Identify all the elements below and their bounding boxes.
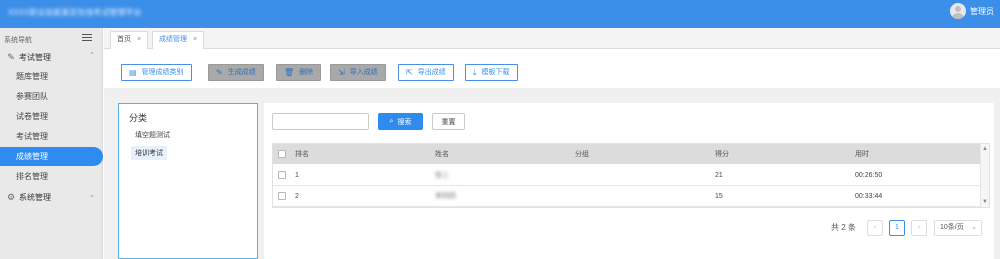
- toolbar: ▤ 管理成绩类别 ✎ 生成成绩 🗑 删除 ⇲ 导入成绩 ⇱ 导出成绩 ⤓ 模板下…: [104, 49, 1000, 89]
- cell-name: 张三: [435, 172, 449, 179]
- cell-score: 15: [715, 192, 723, 200]
- template-download-button[interactable]: ⤓ 模板下载: [465, 64, 518, 81]
- chevron-up-icon: ⌃: [89, 52, 95, 59]
- reset-button[interactable]: 重置: [432, 113, 465, 130]
- user-menu[interactable]: 管理员: [950, 3, 994, 19]
- chevron-down-icon: ⌄: [89, 192, 95, 199]
- avatar[interactable]: [950, 3, 966, 19]
- sidebar-item-papers[interactable]: 试卷管理: [0, 107, 103, 126]
- pencil-icon: ✎: [216, 67, 223, 77]
- cell-time: 00:26:50: [855, 171, 883, 179]
- app-title: XXXX职业技能鉴定在线考试管理平台: [8, 8, 142, 17]
- pagination: 共 2 条 ‹ 1 › 10条/页 ⌄: [264, 218, 990, 236]
- generate-scores-button[interactable]: ✎ 生成成绩: [208, 64, 264, 81]
- button-label: 模板下载: [481, 69, 510, 76]
- top-bar: XXXX职业技能鉴定在线考试管理平台 管理员: [0, 0, 1000, 28]
- tab-label: 成绩管理: [159, 36, 187, 43]
- button-label: 生成成绩: [227, 69, 256, 76]
- manage-category-button[interactable]: ▤ 管理成绩类别: [121, 64, 192, 81]
- scroll-down-icon[interactable]: ▼: [982, 199, 988, 205]
- right-gutter: [994, 89, 1000, 259]
- table-row[interactable]: 2 李四四 15 00:33:44: [273, 186, 981, 207]
- search-input[interactable]: [272, 113, 369, 130]
- column-header[interactable]: 排名: [295, 144, 309, 164]
- row-checkbox[interactable]: [278, 192, 286, 200]
- next-page-button[interactable]: ›: [911, 220, 927, 236]
- export-icon: ⇱: [406, 67, 413, 77]
- button-label: 导入成绩: [349, 69, 378, 76]
- search-icon: ⌕: [389, 117, 394, 125]
- menu-collapse-icon[interactable]: [82, 34, 92, 43]
- select-all-checkbox[interactable]: [278, 150, 286, 158]
- column-header[interactable]: 分组: [575, 144, 589, 164]
- page-size-value: 10条/页: [940, 224, 964, 231]
- sidebar-item-ranking[interactable]: 排名管理: [0, 167, 103, 186]
- sidebar-group-system[interactable]: ⚙ 系统管理 ⌄: [0, 188, 103, 206]
- cell-time: 00:33:44: [855, 192, 883, 200]
- import-scores-button[interactable]: ⇲ 导入成绩: [330, 64, 386, 81]
- sidebar: 系统导航 ✎ 考试管理 ⌃ 题库管理 参赛团队 试卷管理 考试管理 成绩管理 排…: [0, 28, 103, 259]
- cell-score: 21: [715, 171, 723, 179]
- gear-icon: ⚙: [6, 192, 16, 202]
- sidebar-heading: 系统导航: [4, 37, 32, 44]
- user-name[interactable]: 管理员: [970, 6, 994, 17]
- sidebar-group-label: 系统管理: [19, 192, 51, 202]
- cell-rank: 2: [295, 192, 299, 200]
- tab-label: 首页: [117, 36, 131, 43]
- category-item-selected[interactable]: 培训考试: [131, 146, 167, 160]
- delete-button[interactable]: 🗑 删除: [276, 64, 322, 81]
- column-header[interactable]: 用时: [855, 144, 869, 164]
- import-icon: ⇲: [338, 67, 345, 77]
- export-scores-button[interactable]: ⇱ 导出成绩: [398, 64, 454, 81]
- edit-icon: ✎: [7, 52, 15, 62]
- close-icon[interactable]: ×: [137, 36, 141, 43]
- cell-name: 李四四: [435, 193, 456, 200]
- table-header: 排名 姓名 分组 得分 用时: [273, 144, 981, 164]
- category-title: 分类: [129, 113, 148, 123]
- table-row[interactable]: 1 张三 21 00:26:50: [273, 165, 981, 186]
- category-panel: 分类 填空题测试 培训考试: [118, 103, 258, 259]
- download-icon: ⤓: [473, 67, 477, 77]
- page-number[interactable]: 1: [889, 220, 905, 236]
- page-size-select[interactable]: 10条/页 ⌄: [934, 220, 982, 236]
- table-scrollbar[interactable]: ▲ ▼: [980, 144, 989, 207]
- sidebar-item-exams[interactable]: 考试管理: [0, 127, 103, 146]
- close-icon[interactable]: ×: [193, 36, 197, 43]
- scores-panel: ⌕ 搜索 重置 排名 姓名 分组 得分 用时 1 张三 21 00:26:50 …: [264, 103, 994, 259]
- button-label: 导出成绩: [417, 69, 446, 76]
- cell-rank: 1: [295, 171, 299, 179]
- sidebar-group-exam[interactable]: ✎ 考试管理 ⌃: [0, 48, 103, 66]
- tab-scores[interactable]: 成绩管理 ×: [152, 31, 205, 49]
- column-header[interactable]: 得分: [715, 144, 729, 164]
- button-label: 搜索: [397, 118, 412, 126]
- category-item[interactable]: 填空题测试: [131, 128, 174, 142]
- button-label: 管理成绩类别: [141, 69, 184, 76]
- sidebar-group-label: 考试管理: [19, 52, 51, 62]
- sidebar-item-scores[interactable]: 成绩管理: [0, 147, 103, 166]
- trash-icon: 🗑: [284, 67, 295, 77]
- total-count: 共 2 条: [831, 223, 856, 232]
- search-button[interactable]: ⌕ 搜索: [378, 113, 423, 130]
- prev-page-button[interactable]: ‹: [867, 220, 883, 236]
- sidebar-item-question-bank[interactable]: 题库管理: [0, 67, 103, 86]
- tab-home[interactable]: 首页 ×: [110, 31, 149, 49]
- row-checkbox[interactable]: [278, 171, 286, 179]
- scores-table: 排名 姓名 分组 得分 用时 1 张三 21 00:26:50 2 李四四 15…: [272, 143, 990, 208]
- button-label: 删除: [299, 69, 314, 76]
- chevron-down-icon: ⌄: [971, 224, 977, 231]
- list-icon: ▤: [129, 67, 137, 77]
- scroll-up-icon[interactable]: ▲: [982, 146, 988, 152]
- column-header[interactable]: 姓名: [435, 144, 449, 164]
- tabs-bar: 首页 × 成绩管理 ×: [104, 28, 1000, 49]
- sidebar-item-teams[interactable]: 参赛团队: [0, 87, 103, 106]
